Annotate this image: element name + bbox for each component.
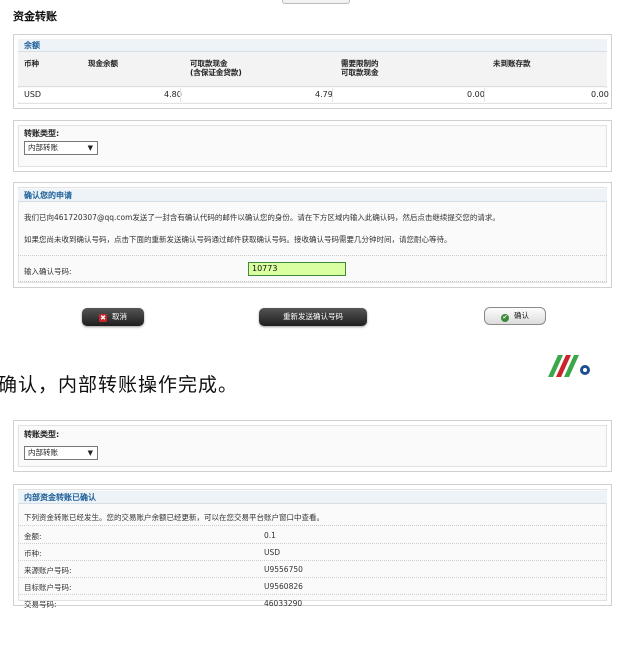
cell-currency: USD [24,90,42,99]
row-separator [484,88,485,102]
transfer-result-panel: 内部资金转账已确认 下列资金转账已经发生。您的交易账户余额已经更新，可以在您交易… [13,484,612,609]
divider [18,281,607,282]
balance-row: USD 4.80 4.79 0.00 0.00 [18,88,609,102]
col-withdrawable: 可取款现金 (含保证金贷款) [190,59,242,77]
balance-header: 余额 [18,39,607,52]
col-pending-deposit: 未到账存款 [493,59,531,68]
brand-logo [548,355,590,377]
transfer-type-select-2[interactable]: 内部转账 ▼ [24,446,98,460]
cell-withdrawable: 4.79 [315,90,333,99]
result-key: 交易号码: [24,600,57,609]
confirm-code-input[interactable]: 10773 [248,262,346,276]
chevron-down-icon: ▼ [87,144,93,152]
transfer-type-panel-inner [18,125,607,167]
result-row-transaction-id: 交易号码: 46033290 [18,595,607,612]
transfer-type-panel-2-inner [18,425,607,467]
col-restricted: 需要限制的 可取款现金 [341,59,379,77]
resend-code-button[interactable]: 重新发送确认号码 [259,308,367,326]
chevron-down-icon: ▼ [87,449,93,457]
result-row-target-account: 目标账户号码: U9560826 [18,578,607,595]
resend-code-label: 重新发送确认号码 [283,312,343,321]
result-value: 0.1 [264,531,276,540]
balance-panel: 余额 币种 现金余额 可取款现金 (含保证金贷款) 需要限制的 可取款现金 未到… [13,34,612,109]
transfer-type-value-2: 内部转账 [28,448,58,457]
cancel-button-label: 取消 [112,312,127,321]
transfer-type-select[interactable]: 内部转账 ▼ [24,141,98,155]
result-key: 目标账户号码: [24,583,72,592]
transfer-type-label-2: 转账类型: [24,430,60,439]
transfer-result-header: 内部资金转账已确认 [18,491,607,504]
result-value: 46033290 [264,599,303,608]
result-value: USD [264,548,281,557]
top-tab-stub [282,0,350,4]
caption-text: 确认，内部转账操作完成。 [0,374,239,396]
transfer-type-value: 内部转账 [28,143,58,152]
transfer-type-panel-2: 转账类型: 内部转账 ▼ [13,420,612,472]
confirm-code-label: 输入确认号码: [24,267,72,276]
cell-restricted: 0.00 [467,90,485,99]
result-value: U9560826 [264,582,303,591]
cancel-icon: ✖ [99,314,107,322]
col-currency: 币种 [24,59,39,68]
result-key: 币种: [24,549,42,558]
confirm-button[interactable]: ✔ 确认 [484,307,546,325]
transfer-type-label: 转账类型: [24,129,60,138]
result-row-currency: 币种: USD [18,544,607,561]
confirm-request-header: 确认您的申请 [18,189,607,202]
page-title: 资金转账 [13,10,57,23]
transfer-result-note: 下列资金转账已经发生。您的交易账户余额已经更新，可以在您交易平台账户窗口中查看。 [24,513,324,522]
result-row-source-account: 来源账户号码: U9556750 [18,561,607,578]
divider [18,525,607,526]
confirm-button-label: 确认 [514,311,529,320]
col-cash-balance: 现金余额 [88,59,118,68]
confirm-request-line-2: 如果您尚未收到确认号码，点击下面的重新发送确认号码通过邮件获取确认号码。接收确认… [24,235,452,244]
result-key: 金额: [24,532,42,541]
check-icon: ✔ [501,314,509,322]
balance-column-headers: 币种 现金余额 可取款现金 (含保证金贷款) 需要限制的 可取款现金 未到账存款 [18,52,607,87]
row-separator [332,88,333,102]
cancel-button[interactable]: ✖ 取消 [82,308,144,326]
result-key: 来源账户号码: [24,566,72,575]
confirm-request-line-1: 我们已向461720307@qq.com发送了一封含有确认代码的邮件以确认您的身… [24,213,500,222]
result-value: U9556750 [264,565,303,574]
row-separator [180,88,181,102]
divider [18,255,607,256]
cell-pending-deposit: 0.00 [591,90,609,99]
result-row-amount: 金额: 0.1 [18,527,607,544]
transfer-type-panel: 转账类型: 内部转账 ▼ [13,120,612,172]
